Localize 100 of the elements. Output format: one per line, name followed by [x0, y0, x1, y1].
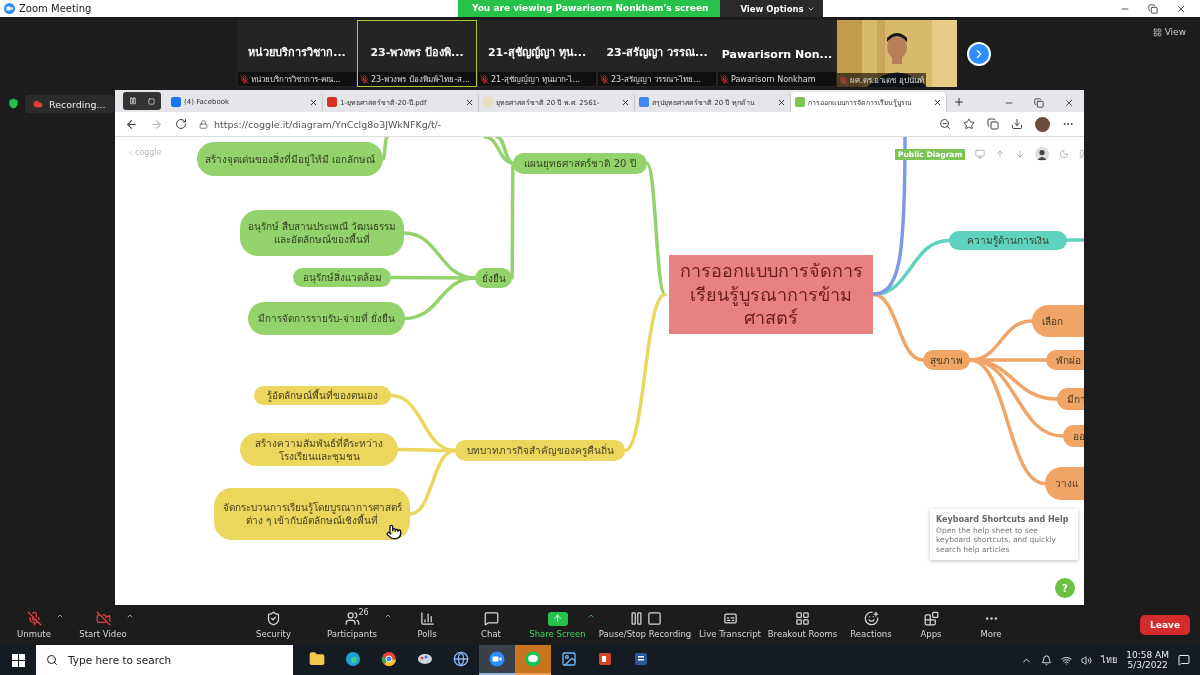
input-language[interactable]: ไทย: [1101, 653, 1118, 667]
toolbar-button[interactable]: Apps: [902, 606, 960, 644]
network-icon[interactable]: [1061, 654, 1073, 666]
chrome-icon: [381, 651, 397, 667]
back-icon[interactable]: [125, 117, 138, 131]
close-icon[interactable]: [1176, 3, 1186, 14]
mindmap-node[interactable]: สุขภาพ: [923, 350, 970, 370]
user-avatar-icon[interactable]: [1035, 147, 1050, 161]
mindmap-node[interactable]: มีการจัดการรายรับ-จ่ายที่ ยั่งยืน: [248, 302, 405, 335]
zoom-out-icon[interactable]: [939, 118, 951, 130]
close-tab-icon[interactable]: [465, 97, 474, 107]
download-icon[interactable]: [1011, 118, 1023, 130]
close-icon[interactable]: [1064, 98, 1074, 108]
action-center-icon[interactable]: [1178, 654, 1190, 666]
bar-chart-icon: [419, 611, 435, 626]
view-options-button[interactable]: View Options: [720, 0, 823, 17]
mindmap-node[interactable]: อนุรักษ์ สืบสานประเพณี วัฒนธรรม และอัตลักษณ์ของพื้นที่: [240, 210, 404, 256]
chat-icon: [483, 611, 499, 626]
document-icon: [633, 651, 649, 667]
toolbar-button[interactable]: Share Screen: [520, 606, 595, 644]
mindmap-node[interactable]: แผนยุทธศาสตร์ชาติ 20 ปี: [513, 153, 647, 174]
mindmap-node[interactable]: ความรู้ด้านการเงิน: [949, 231, 1067, 250]
toolbar-button[interactable]: Polls: [392, 606, 462, 644]
taskbar-app[interactable]: [479, 645, 515, 675]
next-page-button[interactable]: [967, 42, 991, 66]
chat-bubble-icon: [525, 651, 541, 667]
participant-name: 23-พวงพร ป้องพิ...: [369, 45, 465, 61]
mindmap-node[interactable]: อนุรักษ์สิ่งแวดล้อม: [293, 268, 391, 287]
video-camera-icon: [489, 651, 505, 667]
toolbar-button[interactable]: Reactions: [840, 606, 902, 644]
view-button[interactable]: View: [1146, 26, 1192, 38]
toolbar-button[interactable]: Breakout Rooms: [765, 606, 840, 644]
mindmap-node[interactable]: บทบาทภารกิจสำคัญของครูคืนถิ่น: [455, 440, 625, 461]
toolbar-button[interactable]: Pause/Stop Recording: [595, 606, 695, 644]
toolbar-button[interactable]: Security: [235, 606, 312, 644]
participant-tile[interactable]: 23-พวงพร ป้องพิ... 23-พวงพร ป้องพิมพ์-ไทย-ส...: [357, 20, 477, 87]
collections-icon[interactable]: [987, 118, 999, 130]
clock[interactable]: 10:58 AM 5/3/2022: [1126, 650, 1169, 670]
volume-icon[interactable]: [1081, 654, 1093, 666]
mindmap-node[interactable]: สร้างความสัมพันธ์ที่ดีระหว่าง โรงเรียนและชุมชน: [240, 433, 398, 466]
participant-tile[interactable]: 23-สรัญญา วรรณ... 23-สรัญญา วรรณา-ไทย...: [597, 20, 717, 87]
mindmap-node[interactable]: สร้างจุดเด่นของสิ่งที่มีอยู่ให้มี เอกลักษณ์: [197, 142, 383, 176]
mindmap-node[interactable]: พักผ่อ: [1046, 350, 1084, 370]
close-tab-icon[interactable]: [933, 97, 942, 107]
participant-label: ผศ.ดร.อาเดช อุปนันท์: [837, 73, 926, 87]
mindmap-node[interactable]: ยั่งยืน: [475, 268, 512, 288]
mindmap-node[interactable]: จัดกระบวนการเรียนรู้โดยบูรณาการศาสตร์ต่าง ๆ เข้ากับอัตลักษณ์เชิงพื้นที่: [214, 488, 410, 540]
shield-icon: [266, 611, 281, 626]
toolbar-button[interactable]: Chat: [462, 606, 520, 644]
stop-icon[interactable]: [148, 97, 156, 105]
participant-tile[interactable]: Pawarisorn Non... Pawarisorn Nonkham: [717, 20, 837, 87]
site-icon: [327, 97, 337, 107]
apps-icon: [923, 611, 939, 626]
help-title: Keyboard Shortcuts and Help: [936, 515, 1070, 524]
mindmap-node[interactable]: เลือก: [1032, 305, 1084, 337]
mindmap-node[interactable]: วางแ: [1045, 467, 1084, 500]
grid-icon: [795, 611, 810, 626]
search-input[interactable]: Type here to search: [66, 653, 293, 667]
close-tab-icon[interactable]: [309, 97, 318, 107]
recording-controls[interactable]: [123, 92, 161, 110]
toolbar-button[interactable]: Unmute: [0, 606, 68, 644]
central-topic[interactable]: การออกแบบการจัดการเรียนรู้บูรณาการข้ามศาสตร์: [669, 255, 873, 334]
site-icon: [795, 97, 805, 107]
mindmap-node[interactable]: รู้อัตลักษณ์พื้นที่ของตนเอง: [254, 386, 391, 405]
mindmap-node[interactable]: ออ: [1063, 425, 1084, 447]
caret-icon[interactable]: [126, 612, 134, 620]
video-tile[interactable]: ผศ.ดร.อาเดช อุปนันท์: [837, 20, 957, 87]
window-title: Zoom Meeting: [19, 3, 92, 14]
caret-icon[interactable]: [587, 612, 595, 620]
image-icon: [561, 651, 577, 667]
profile-avatar[interactable]: [1035, 116, 1050, 132]
toolbar-button[interactable]: More: [960, 606, 1022, 644]
toolbar-button[interactable]: Live Transcript: [695, 606, 765, 644]
taskbar-search-field[interactable]: Type here to search: [36, 645, 293, 675]
participant-label: หน่วยบริการวิชาการ-คณ...: [238, 72, 356, 86]
restore-icon[interactable]: [1034, 98, 1044, 108]
reload-icon[interactable]: [175, 118, 187, 130]
restore-icon[interactable]: [1148, 3, 1158, 14]
leave-button[interactable]: Leave: [1140, 615, 1190, 635]
caret-icon[interactable]: [384, 612, 392, 620]
search-icon: [46, 654, 58, 666]
caret-icon[interactable]: [56, 612, 64, 620]
participant-tile[interactable]: 21-สุชัญญ์ญา ทุน... 21-สุชัญญ์ญา ทุนมาก-ไ...: [477, 20, 597, 87]
favorite-icon[interactable]: [963, 118, 975, 130]
close-tab-icon[interactable]: [621, 97, 630, 107]
participant-tile[interactable]: หน่วยบริการวิชาก... หน่วยบริการวิชาการ-คณ...: [237, 20, 357, 87]
participant-label: Pawarisorn Nonkham: [718, 72, 836, 86]
site-icon: [483, 97, 493, 107]
toolbar-button[interactable]: Start Video: [68, 606, 138, 644]
close-tab-icon[interactable]: [777, 97, 786, 107]
viewing-banner: You are viewing Pawarisorn Nonkham's screen: [458, 0, 721, 17]
participant-name: หน่วยบริการวิชาก...: [247, 45, 347, 61]
participant-name: 21-สุชัญญ์ญา ทุน...: [486, 45, 588, 61]
pause-stop-icon: [628, 611, 662, 626]
pause-icon[interactable]: [128, 97, 137, 105]
notification-bell-icon[interactable]: [1041, 654, 1053, 666]
recording-indicator: Recording...: [25, 95, 114, 113]
toolbar-button[interactable]: Participants 26: [312, 606, 392, 644]
smiley-icon: [863, 611, 879, 626]
globe-icon: [453, 651, 469, 667]
